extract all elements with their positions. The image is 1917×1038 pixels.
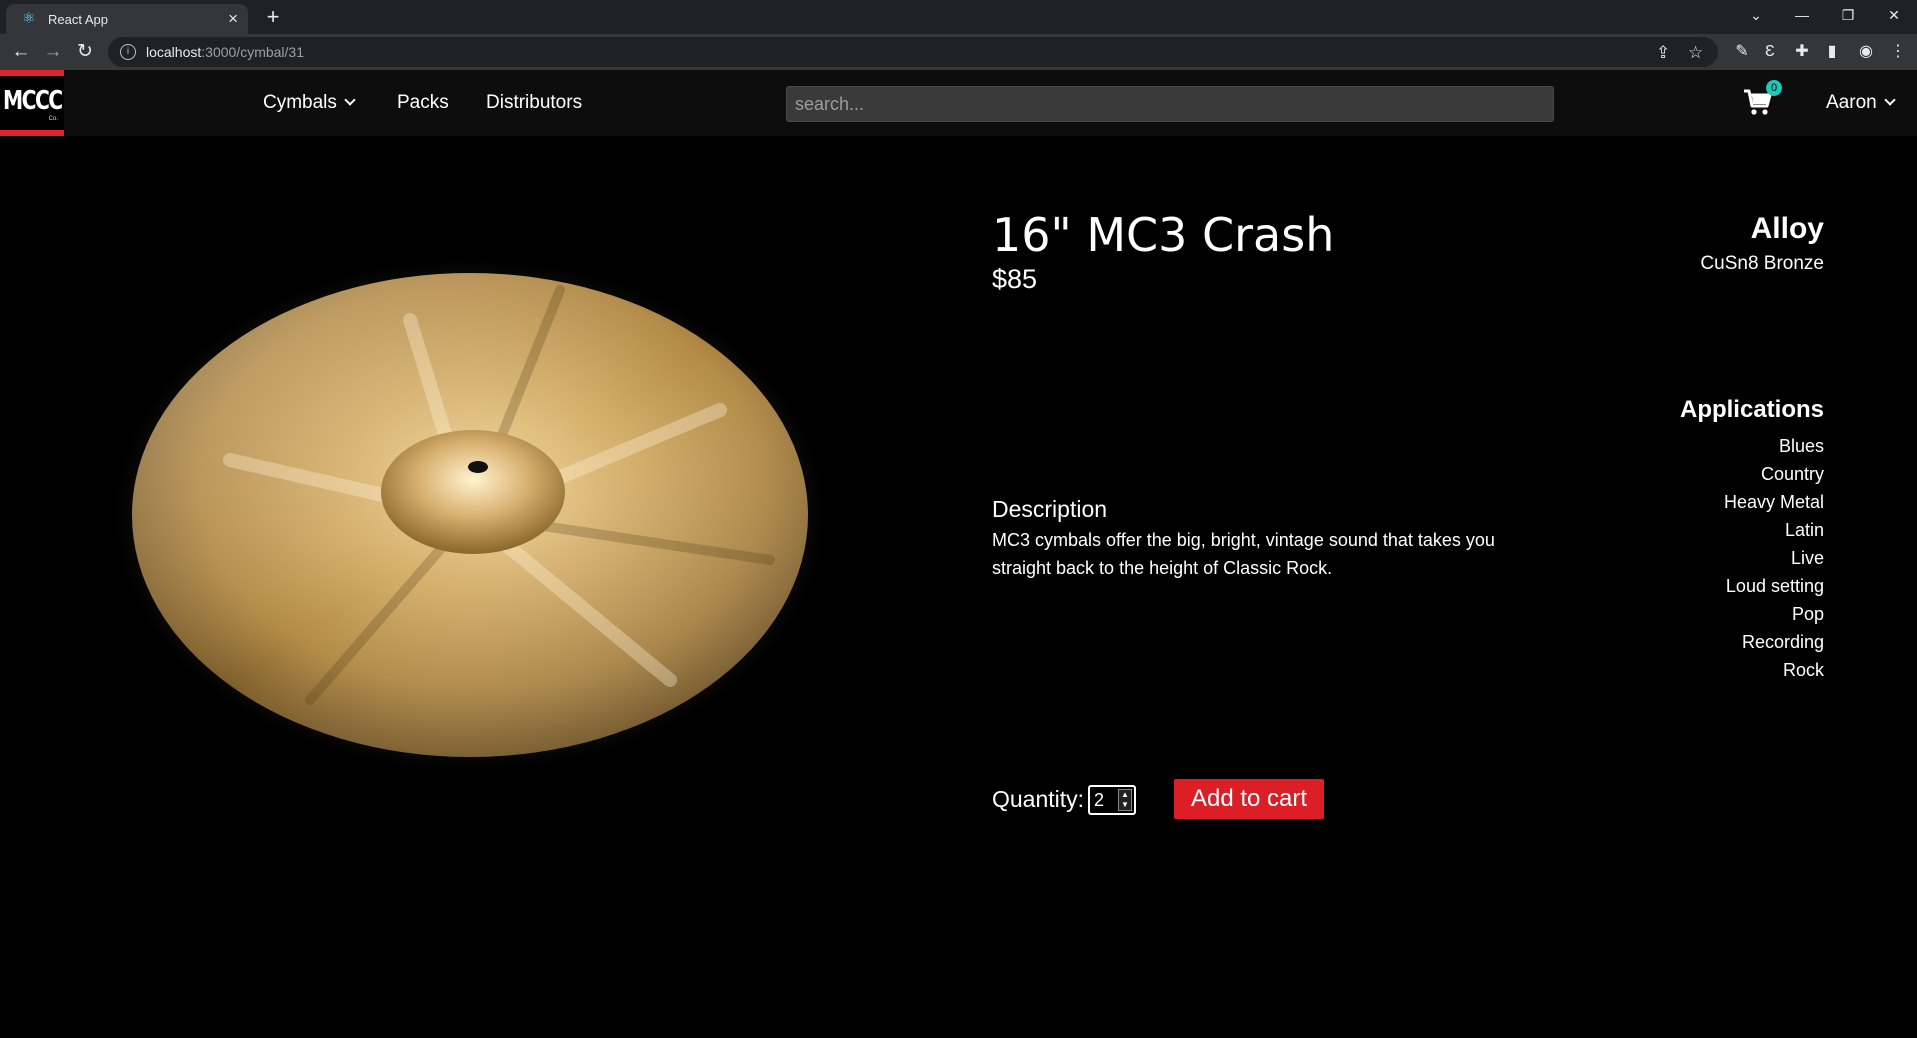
quantity-input[interactable]: [1090, 787, 1118, 813]
profile-icon[interactable]: ◉: [1854, 40, 1878, 64]
browser-tab[interactable]: ⚛ React App ×: [6, 4, 248, 34]
app-navbar: MCCC Co. Cymbals Packs Distributors 0 Aa…: [0, 70, 1917, 136]
application-item: Rock: [1782, 660, 1824, 680]
alloy-heading: Alloy: [1750, 212, 1824, 245]
cart-count-badge: 0: [1766, 80, 1782, 96]
application-item: Loud setting: [1725, 576, 1824, 596]
site-info-icon[interactable]: i: [120, 44, 136, 60]
search-input[interactable]: [786, 86, 1554, 122]
nav-distributors-link[interactable]: Distributors: [486, 92, 582, 114]
url-host: localhost: [146, 44, 202, 60]
close-window-icon[interactable]: ✕: [1871, 0, 1917, 30]
nav-cymbals-label: Cymbals: [263, 92, 337, 113]
cymbal-image: [115, 260, 820, 770]
quantity-stepper[interactable]: ▲▼: [1088, 785, 1136, 815]
description-text: MC3 cymbals offer the big, bright, vinta…: [992, 530, 1495, 578]
application-item: Recording: [1741, 632, 1824, 652]
tab-title: React App: [48, 11, 108, 27]
quantity-label: Quantity:: [992, 786, 1085, 812]
restore-icon[interactable]: ❐: [1825, 0, 1871, 30]
url-path: :3000/cymbal/31: [201, 44, 304, 60]
alloy-value: CuSn8 Bronze: [1700, 253, 1824, 274]
new-tab-icon[interactable]: +: [260, 4, 286, 30]
address-bar[interactable]: i localhost:3000/cymbal/31 ⇪ ☆: [108, 37, 1718, 67]
description-heading: Description: [992, 496, 1108, 522]
logo-top-stripe: [0, 70, 64, 76]
logo[interactable]: MCCC Co.: [0, 70, 64, 136]
extensions-puzzle-icon[interactable]: ✚: [1790, 40, 1814, 64]
product-image: [110, 260, 820, 770]
forward-icon[interactable]: →: [40, 39, 66, 65]
logo-bottom-stripe: [0, 130, 64, 136]
spin-arrows-icon[interactable]: ▲ ▼: [1118, 789, 1132, 811]
applications-heading: Applications: [1679, 396, 1824, 423]
chevron-down-icon: [344, 94, 356, 106]
logo-subtext: Co.: [48, 116, 58, 122]
back-icon[interactable]: ←: [8, 39, 34, 65]
react-favicon-icon: ⚛: [22, 10, 36, 27]
browser-menu-icon[interactable]: ⋮: [1886, 40, 1910, 64]
application-item: Latin: [1784, 520, 1824, 540]
user-menu-dropdown[interactable]: Aaron: [1826, 92, 1896, 114]
add-to-cart-button[interactable]: Add to cart: [1174, 779, 1324, 819]
product-title: 16" MC3 Crash: [992, 208, 1335, 262]
close-tab-icon[interactable]: ×: [228, 9, 238, 29]
applications-list: Blues Country Heavy Metal Latin Live Lou…: [1724, 432, 1824, 684]
minimize-icon[interactable]: —: [1779, 0, 1825, 30]
application-item: Pop: [1791, 604, 1824, 624]
chevron-down-icon: [1884, 94, 1896, 106]
nav-cymbals-dropdown[interactable]: Cymbals: [263, 92, 356, 114]
user-name: Aaron: [1826, 92, 1877, 113]
extension-pen-icon[interactable]: ✎: [1730, 40, 1754, 64]
application-item: Heavy Metal: [1723, 492, 1824, 512]
window-controls: ⌄ — ❐ ✕: [1733, 0, 1917, 30]
bookmark-star-icon[interactable]: ☆: [1688, 43, 1703, 63]
tab-search-icon[interactable]: ⌄: [1733, 0, 1779, 30]
reload-icon[interactable]: ↻: [72, 39, 98, 65]
application-item: Country: [1760, 464, 1824, 484]
browser-tabstrip: ⚛ React App × + ⌄ — ❐ ✕: [0, 0, 1917, 34]
logo-text: MCCC: [3, 86, 63, 116]
extension-c-icon[interactable]: Ɛ: [1758, 40, 1782, 64]
nav-packs-link[interactable]: Packs: [397, 92, 449, 114]
browser-toolbar: ← → ↻ i localhost:3000/cymbal/31 ⇪ ☆ ✎ Ɛ…: [0, 34, 1917, 70]
application-item: Blues: [1778, 436, 1824, 456]
product-price: $85: [992, 264, 1038, 294]
side-panel-icon[interactable]: ▮: [1820, 40, 1844, 64]
application-item: Live: [1790, 548, 1824, 568]
share-icon[interactable]: ⇪: [1656, 43, 1670, 63]
